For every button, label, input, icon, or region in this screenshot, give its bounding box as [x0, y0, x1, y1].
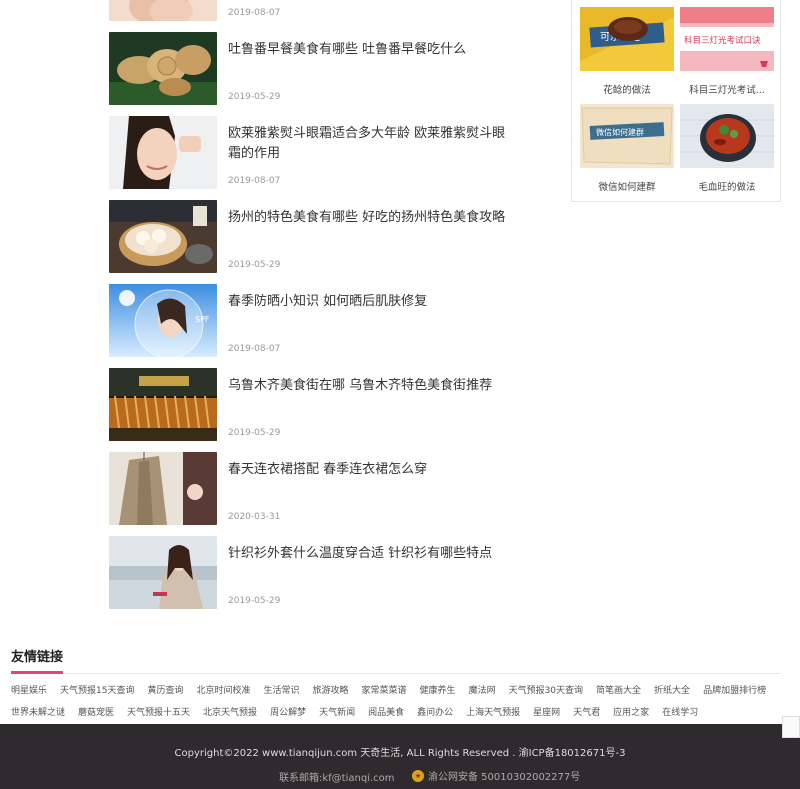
- article-title[interactable]: 针织衫外套什么温度穿合适 针织衫有哪些特点: [228, 544, 508, 564]
- article-item[interactable]: 欧莱雅紫熨斗眼霜适合多大年龄 欧莱雅紫熨斗眼霜的作用 2019-08-07: [109, 116, 529, 190]
- friend-link[interactable]: 明星娱乐: [11, 683, 47, 696]
- article-date: 2019-05-29: [228, 260, 281, 270]
- article-date: 2019-05-29: [228, 92, 281, 102]
- footer-police-record[interactable]: ★ 渝公网安备 50010302002277号: [412, 768, 580, 783]
- friend-link[interactable]: 简笔画大全: [596, 683, 641, 696]
- article-title[interactable]: 乌鲁木齐美食街在哪 乌鲁木齐特色美食街推荐: [228, 376, 508, 396]
- friend-link[interactable]: 天气预报十五天: [127, 705, 190, 718]
- knit-cardigan-woman-image[interactable]: [109, 536, 217, 609]
- friend-link[interactable]: 黄历查询: [147, 683, 183, 696]
- article-title[interactable]: 欧莱雅紫熨斗眼霜适合多大年龄 欧莱雅紫熨斗眼霜的作用: [228, 124, 508, 164]
- article-item[interactable]: 乌鲁木齐美食街在哪 乌鲁木齐特色美食街推荐 2019-05-29: [109, 368, 529, 442]
- friend-link[interactable]: 生活常识: [264, 683, 300, 696]
- friend-link[interactable]: 品牌加盟排行榜: [703, 683, 766, 696]
- footer-contact-email[interactable]: 联系邮箱:kf@tianqi.com: [279, 769, 395, 784]
- side-card-caption[interactable]: 微信如何建群: [580, 179, 674, 193]
- food-street-skewers-image[interactable]: [109, 368, 217, 441]
- article-date: 2019-05-29: [228, 596, 281, 606]
- friend-link[interactable]: 健康养生: [420, 683, 456, 696]
- side-card[interactable]: 可乐鸡翅 花鲶的做法: [580, 7, 674, 96]
- friend-link[interactable]: 天气君: [573, 705, 600, 718]
- friend-link[interactable]: 北京时间校准: [196, 683, 250, 696]
- friend-links: 友情链接 明星娱乐 天气预报15天查询 黄历查询 北京时间校准 生活常识 旅游攻略 家常菜菜…: [11, 646, 781, 718]
- friend-link[interactable]: 鑫问办公: [417, 705, 453, 718]
- article-date: 2019-05-29: [228, 428, 281, 438]
- side-card[interactable]: 毛血旺的做法: [680, 104, 774, 193]
- friend-link[interactable]: 折纸大全: [654, 683, 690, 696]
- article-item[interactable]: SPF 春季防晒小知识 如何晒后肌肤修复 2019-08-07: [109, 284, 529, 358]
- woman-eye-cream-image[interactable]: [109, 116, 217, 189]
- cola-chicken-image[interactable]: 可乐鸡翅: [580, 7, 674, 71]
- article-title[interactable]: 春天连衣裙搭配 春季连衣裙怎么穿: [228, 460, 508, 480]
- dim-sum-image[interactable]: [109, 200, 217, 273]
- article-item[interactable]: 针织衫外套什么温度穿合适 针织衫有哪些特点 2019-05-29: [109, 536, 529, 610]
- article-item[interactable]: 春天连衣裙搭配 春季连衣裙怎么穿 2020-03-31: [109, 452, 529, 526]
- article-date: 2019-08-07: [228, 344, 281, 354]
- floating-side-tool[interactable]: [782, 716, 800, 738]
- side-card-caption[interactable]: 科目三灯光考试...: [680, 82, 774, 96]
- article-date: 2019-08-07: [228, 176, 281, 186]
- police-badge-icon: ★: [412, 769, 424, 782]
- coat-dress-image[interactable]: [109, 452, 217, 525]
- police-record-text: 渝公网安备 50010302002277号: [428, 772, 581, 783]
- friend-link[interactable]: 周公解梦: [270, 705, 306, 718]
- divider: [11, 673, 781, 674]
- article-title[interactable]: 春季防晒小知识 如何晒后肌肤修复: [228, 292, 508, 312]
- article-title[interactable]: 扬州的特色美食有哪些 好吃的扬州特色美食攻略: [228, 208, 508, 228]
- friend-link[interactable]: 世界未解之谜: [11, 705, 65, 718]
- article-date: 2019-08-07: [228, 8, 281, 18]
- side-card-caption[interactable]: 花鲶的做法: [580, 82, 674, 96]
- friend-link[interactable]: 北京天气预报: [203, 705, 257, 718]
- card-banner-text: 科目三灯光考试口诀: [684, 35, 761, 46]
- footer: Copyright©2022 www.tianqijun.com 天奇生活, A…: [0, 724, 800, 789]
- sunscreen-woman-image[interactable]: SPF: [109, 284, 217, 357]
- side-card-caption[interactable]: 毛血旺的做法: [680, 179, 774, 193]
- friend-links-row: 世界未解之谜 蘑菇宠医 天气预报十五天 北京天气预报 周公解梦 天气新闻 阅品美食 鑫问办公上…: [11, 705, 781, 718]
- friend-link[interactable]: 应用之家: [613, 705, 649, 718]
- skincare-hands-image[interactable]: [109, 0, 217, 21]
- friend-link[interactable]: 魔法网: [469, 683, 496, 696]
- friend-link[interactable]: 上海天气预报: [466, 705, 520, 718]
- driving-test-image[interactable]: 科目三灯光考试口诀: [680, 7, 774, 71]
- naan-bread-image[interactable]: [109, 32, 217, 105]
- friend-link[interactable]: 旅游攻略: [313, 683, 349, 696]
- friend-link[interactable]: 阅品美食: [368, 705, 404, 718]
- friend-links-row: 明星娱乐 天气预报15天查询 黄历查询 北京时间校准 生活常识 旅游攻略 家常菜菜谱 健康养生…: [11, 683, 781, 696]
- article-date: 2020-03-31: [228, 512, 281, 522]
- article-item[interactable]: 2019-08-07: [109, 0, 529, 22]
- card-banner-text: 微信如何建群: [596, 127, 644, 137]
- footer-copyright: Copyright©2022 www.tianqijun.com 天奇生活, A…: [174, 748, 626, 759]
- wechat-group-image[interactable]: 微信如何建群: [580, 104, 674, 168]
- friend-link[interactable]: 在线学习: [662, 705, 698, 718]
- friend-link[interactable]: 蘑菇宠医: [78, 705, 114, 718]
- friend-link[interactable]: 家常菜菜谱: [362, 683, 407, 696]
- article-item[interactable]: 扬州的特色美食有哪些 好吃的扬州特色美食攻略 2019-05-29: [109, 200, 529, 274]
- article-title[interactable]: 吐鲁番早餐美食有哪些 吐鲁番早餐吃什么: [228, 40, 508, 60]
- recommend-panel: 可乐鸡翅 花鲶的做法 科目三灯光考试口诀 科目三灯光考试... 微信如何建群 微…: [571, 0, 781, 202]
- friend-link[interactable]: 天气预报30天查询: [509, 683, 583, 696]
- side-card[interactable]: 科目三灯光考试口诀 科目三灯光考试...: [680, 7, 774, 96]
- friend-link[interactable]: 天气预报15天查询: [60, 683, 134, 696]
- friend-link[interactable]: 天气新闻: [319, 705, 355, 718]
- side-card[interactable]: 微信如何建群 微信如何建群: [580, 104, 674, 193]
- article-item[interactable]: 吐鲁番早餐美食有哪些 吐鲁番早餐吃什么 2019-05-29: [109, 32, 529, 106]
- svg-text:SPF: SPF: [195, 315, 210, 324]
- friend-link[interactable]: 星座网: [533, 705, 560, 718]
- maoxuewang-image[interactable]: [680, 104, 774, 168]
- friend-links-title: 友情链接: [11, 646, 64, 674]
